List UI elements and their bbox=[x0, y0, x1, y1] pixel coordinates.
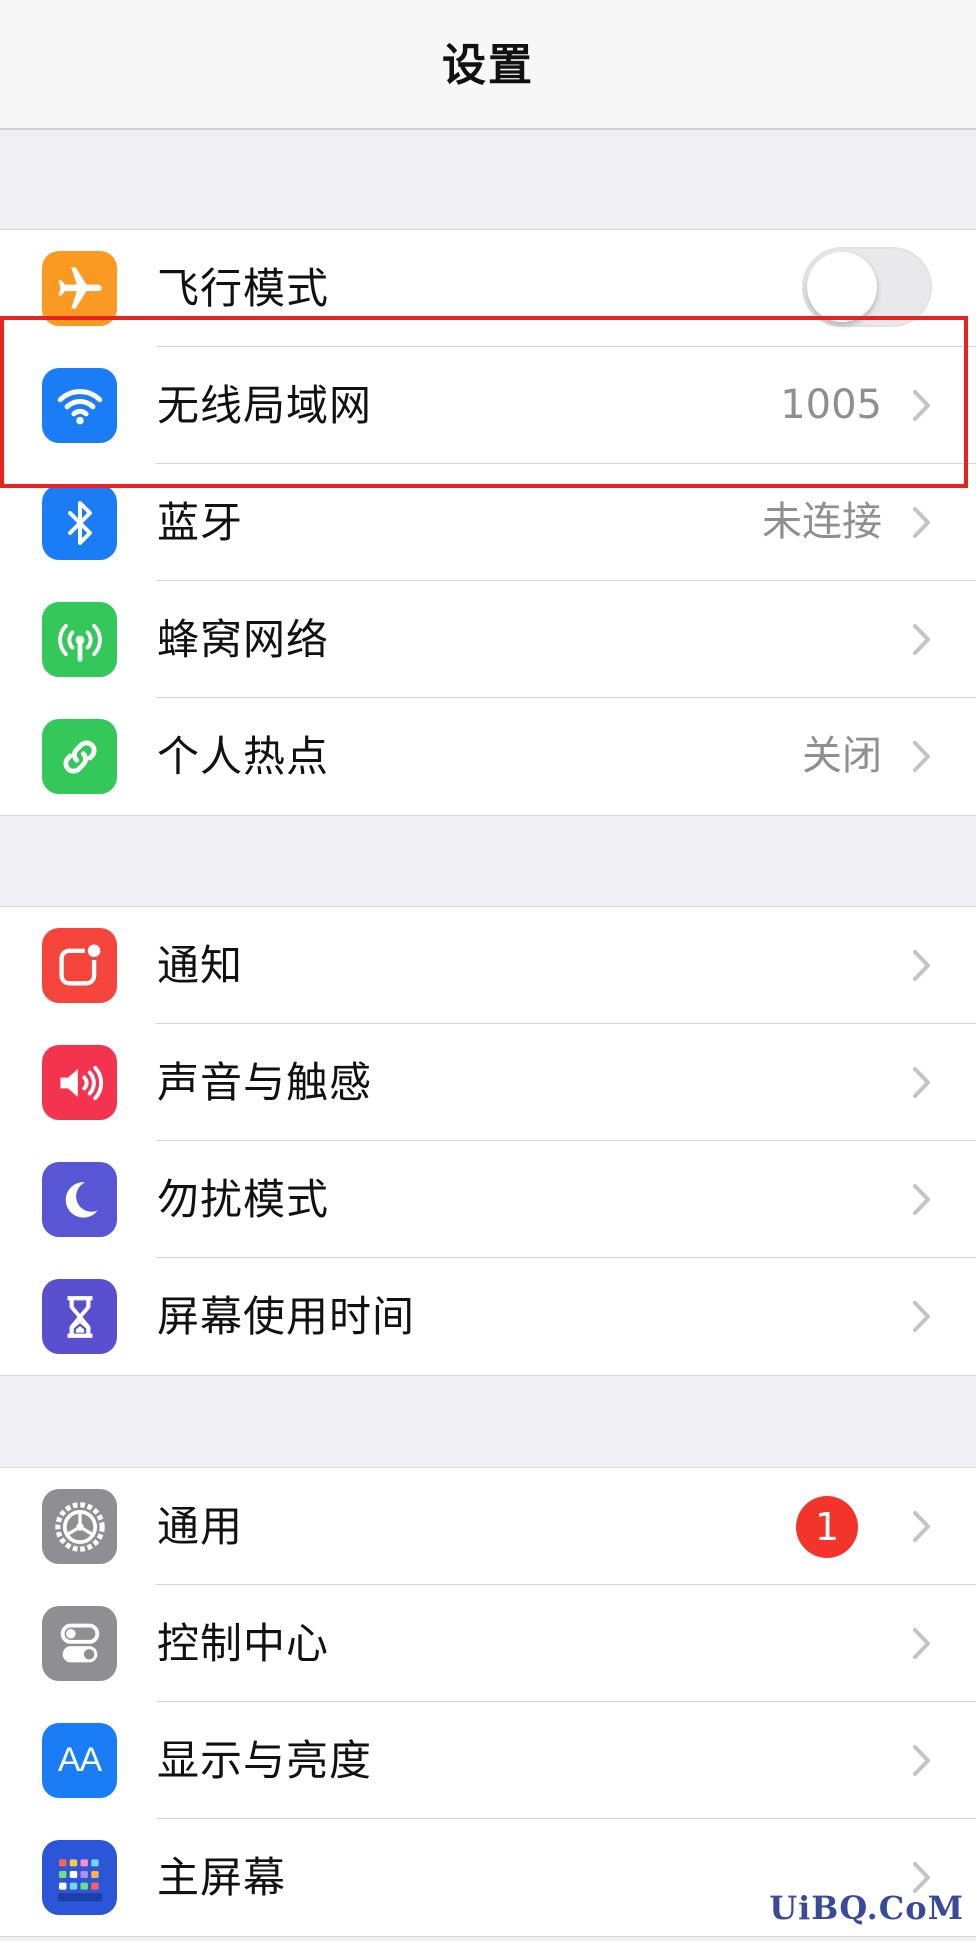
row-notifications[interactable]: 通知 bbox=[0, 907, 976, 1024]
home-grid-icon bbox=[42, 1840, 117, 1915]
row-do-not-disturb[interactable]: 勿扰模式 bbox=[0, 1141, 976, 1258]
notifications-icon bbox=[42, 928, 117, 1003]
row-display-brightness[interactable]: AA 显示与亮度 bbox=[0, 1702, 976, 1819]
moon-icon bbox=[42, 1162, 117, 1237]
chevron-right-icon bbox=[913, 1628, 930, 1659]
text-size-icon: AA bbox=[42, 1723, 117, 1798]
row-label: 声音与触感 bbox=[157, 1058, 373, 1107]
row-control-center[interactable]: 控制中心 bbox=[0, 1585, 976, 1702]
row-screen-time[interactable]: 屏幕使用时间 bbox=[0, 1258, 976, 1375]
chevron-right-icon bbox=[913, 1511, 930, 1542]
toggles-icon bbox=[42, 1606, 117, 1681]
wifi-highlight-box bbox=[0, 316, 968, 488]
chevron-right-icon bbox=[913, 507, 930, 538]
navigation-bar: 设置 bbox=[0, 0, 976, 130]
row-label: 屏幕使用时间 bbox=[157, 1292, 416, 1341]
text-size-glyph: AA bbox=[57, 1741, 102, 1779]
row-cellular[interactable]: 蜂窝网络 bbox=[0, 581, 976, 698]
row-label: 个人热点 bbox=[157, 732, 330, 781]
row-label: 显示与亮度 bbox=[157, 1736, 373, 1785]
update-badge: 1 bbox=[796, 1496, 858, 1558]
toggle-knob bbox=[807, 252, 877, 322]
row-label: 勿扰模式 bbox=[157, 1175, 330, 1224]
row-personal-hotspot[interactable]: 个人热点 关闭 bbox=[0, 698, 976, 815]
chevron-right-icon bbox=[913, 1301, 930, 1332]
chevron-right-icon bbox=[913, 950, 930, 981]
row-label: 主屏幕 bbox=[157, 1853, 287, 1902]
general-group: 通用 1 控制中心 AA 显示与亮度 主屏幕 bbox=[0, 1467, 976, 1937]
row-general[interactable]: 通用 1 bbox=[0, 1468, 976, 1585]
airplane-icon bbox=[42, 251, 117, 326]
hotspot-link-icon bbox=[42, 719, 117, 794]
watermark: UiBQ.CoM bbox=[769, 1889, 964, 1927]
page-title: 设置 bbox=[442, 40, 534, 91]
chevron-right-icon bbox=[913, 741, 930, 772]
row-label: 通用 bbox=[157, 1502, 244, 1551]
notifications-group: 通知 声音与触感 勿扰模式 屏幕使用时间 bbox=[0, 906, 976, 1376]
cellular-antenna-icon bbox=[42, 602, 117, 677]
speaker-icon bbox=[42, 1045, 117, 1120]
chevron-right-icon bbox=[913, 624, 930, 655]
row-sounds-haptics[interactable]: 声音与触感 bbox=[0, 1024, 976, 1141]
gear-icon bbox=[42, 1489, 117, 1564]
bluetooth-icon bbox=[42, 485, 117, 560]
row-label: 控制中心 bbox=[157, 1619, 330, 1668]
hotspot-status: 关闭 bbox=[802, 733, 882, 779]
row-label: 蜂窝网络 bbox=[157, 615, 330, 664]
chevron-right-icon bbox=[913, 1745, 930, 1776]
airplane-mode-toggle[interactable] bbox=[802, 247, 932, 327]
hourglass-icon bbox=[42, 1279, 117, 1354]
chevron-right-icon bbox=[913, 1184, 930, 1215]
row-label: 通知 bbox=[157, 941, 244, 990]
chevron-right-icon bbox=[913, 1067, 930, 1098]
